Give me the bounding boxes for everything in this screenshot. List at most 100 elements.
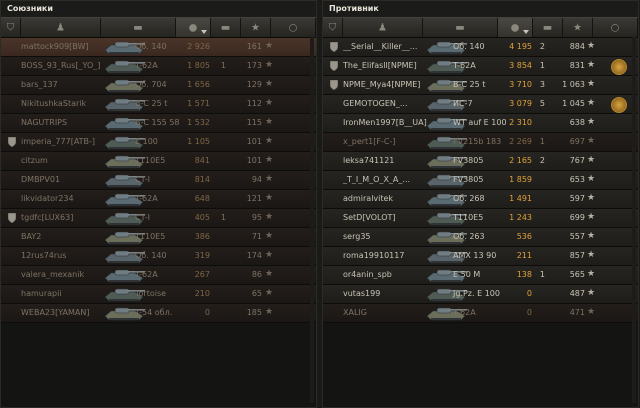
player-row[interactable]: BOSS_93_Rus[_YO_] T-62A 1 805 1 173 ★ [1, 57, 316, 76]
clan-shield-icon [330, 80, 338, 90]
player-row[interactable]: DMBPV01 CT-I 814 94 ★ [1, 171, 316, 190]
star-icon: ★ [587, 193, 596, 203]
player-row[interactable]: WEBA23[YAMAN] T-54 обл. 0 185 ★ [1, 304, 316, 323]
vehicle-name: Об. 140 [453, 42, 485, 51]
player-row[interactable]: admiralvitek Об. 268 1 491 597 ★ [323, 190, 638, 209]
vehicle-name: Об. 268 [453, 194, 485, 203]
player-name: BOSS_93_Rus[_YO_] [21, 61, 101, 70]
sort-frags-column[interactable]: ▬ [211, 18, 241, 37]
player-name: WEBA23[YAMAN] [21, 308, 90, 317]
star-icon: ★ [587, 98, 596, 108]
player-row[interactable]: GEMOTOGEN_... ИС-7 3 079 5 1 045 ★ [323, 95, 638, 114]
player-row[interactable]: XALIG T-62A 0 471 ★ [323, 304, 638, 323]
player-row[interactable]: IronMen1997[B__UA] WT auf E 100 2 310 638 ★ [323, 114, 638, 133]
sort-clan-column[interactable]: ⛉ [323, 18, 343, 37]
player-row[interactable]: hamurapii Tortoise 210 65 ★ [1, 285, 316, 304]
player-name: tgdfc[LUX63] [21, 213, 74, 222]
sort-damage-column[interactable]: ● [176, 18, 211, 37]
damage-icon: ● [510, 22, 520, 33]
player-row[interactable]: SetD[VOLOT] T110E5 1 243 699 ★ [323, 209, 638, 228]
player-name: IronMen1997[B__UA] [343, 118, 427, 127]
player-row[interactable]: valera_mexanik T-62A 267 86 ★ [1, 266, 316, 285]
sort-player-column[interactable]: ♟ [21, 18, 101, 37]
player-row[interactable]: NikitushkaStarik B-C 25 t 1 571 112 ★ [1, 95, 316, 114]
player-row[interactable]: imperia_777[ATB-] E 100 1 105 101 ★ [1, 133, 316, 152]
star-icon: ★ [265, 288, 274, 298]
vehicle-name: AMX 13 90 [453, 251, 497, 260]
sort-xp-column[interactable]: ★ [241, 18, 271, 37]
player-row[interactable]: The_Elifasll[NPME] T-62A 3 854 1 831 ★ [323, 57, 638, 76]
sort-clan-column[interactable]: ⛉ [1, 18, 21, 37]
sort-damage-column[interactable]: ● [498, 18, 533, 37]
vehicle-name: Об. 704 [135, 80, 167, 89]
damage-value: 814 [194, 175, 210, 184]
player-name: citzum [21, 156, 48, 165]
medal-icon[interactable] [611, 59, 627, 75]
vehicle-name: E 50 M [453, 270, 481, 279]
player-row[interactable]: serg35 Об. 263 536 557 ★ [323, 228, 638, 247]
player-row[interactable]: __Serial__Killer__... Об. 140 4 195 2 884 ★ [323, 38, 638, 57]
sort-medal-column[interactable]: ○ [593, 18, 638, 37]
sort-medal-column[interactable]: ○ [271, 18, 316, 37]
tank-icon: ▬ [133, 22, 143, 33]
player-row[interactable]: 12rus74rus Об. 140 319 174 ★ [1, 247, 316, 266]
damage-value: 2 269 [509, 137, 532, 146]
player-name: imperia_777[ATB-] [21, 137, 96, 146]
star-icon: ★ [265, 193, 274, 203]
xp-icon: ★ [251, 22, 260, 33]
vehicle-name: FV3805 [453, 175, 484, 184]
allies-column-header: ⛉ ♟ ▬ ● ▬ ★ ○ [1, 17, 316, 38]
damage-value: 841 [194, 156, 210, 165]
player-name: x_pert1[F-C-] [343, 137, 396, 146]
player-row[interactable]: or4anin_spb E 50 M 138 1 565 ★ [323, 266, 638, 285]
damage-value: 2 926 [187, 42, 210, 51]
player-name: likvidator234 [21, 194, 74, 203]
player-row[interactable]: leksa741121 FV3805 2 165 2 767 ★ [323, 152, 638, 171]
xp-value: 174 [246, 251, 262, 260]
vehicle-name: T-62A [135, 270, 158, 279]
player-row[interactable]: likvidator234 T-62A 648 121 ★ [1, 190, 316, 209]
medal-icon[interactable] [611, 97, 627, 113]
player-name: vutas199 [343, 289, 381, 298]
xp-value: 86 [251, 270, 262, 279]
clan-shield-icon [8, 137, 16, 147]
player-row[interactable]: tgdfc[LUX63] CT-I 405 1 95 ★ [1, 209, 316, 228]
player-name: DMBPV01 [21, 175, 61, 184]
player-name: __Serial__Killer__... [343, 42, 418, 51]
player-row[interactable]: vutas199 Jg.Pz. E 100 0 487 ★ [323, 285, 638, 304]
player-row[interactable]: NPME_Mya4[NPME] B-C 25 t 3 710 3 1 063 ★ [323, 76, 638, 95]
allies-scrollbar[interactable] [310, 37, 314, 403]
player-row[interactable]: citzum T110E5 841 101 ★ [1, 152, 316, 171]
sort-xp-column[interactable]: ★ [563, 18, 593, 37]
xp-value: 94 [251, 175, 262, 184]
star-icon: ★ [587, 288, 596, 298]
xp-value: 101 [246, 156, 262, 165]
vehicle-name: T110E5 [453, 213, 484, 222]
damage-value: 386 [194, 232, 210, 241]
player-row[interactable]: BAY2 T110E5 386 71 ★ [1, 228, 316, 247]
player-row[interactable]: x_pert1[F-C-] FV215b 183 2 269 1 697 ★ [323, 133, 638, 152]
player-name: admiralvitek [343, 194, 394, 203]
player-row[interactable]: _T_I_M_O_X_A_... FV3805 1 859 653 ★ [323, 171, 638, 190]
xp-value: 173 [246, 61, 262, 70]
damage-value: 210 [194, 289, 210, 298]
player-row[interactable]: bars_137 Об. 704 1 656 129 ★ [1, 76, 316, 95]
star-icon: ★ [265, 174, 274, 184]
star-icon: ★ [265, 231, 274, 241]
sort-player-column[interactable]: ♟ [343, 18, 423, 37]
vehicle-name: FV215b 183 [453, 137, 502, 146]
player-row[interactable]: mattock909[BW] Об. 140 2 926 161 ★ [1, 38, 316, 57]
player-row[interactable]: roma19910117 AMX 13 90 211 857 ★ [323, 247, 638, 266]
allies-title: Союзники [1, 1, 316, 17]
vehicle-name: Jg.Pz. E 100 [453, 289, 500, 298]
player-row[interactable]: NAGUTRIPS B-C 155 58 1 532 115 ★ [1, 114, 316, 133]
enemies-scrollbar[interactable] [632, 37, 636, 403]
damage-value: 536 [516, 232, 532, 241]
sort-vehicle-column[interactable]: ▬ [423, 18, 498, 37]
sort-vehicle-column[interactable]: ▬ [101, 18, 176, 37]
star-icon: ★ [587, 212, 596, 222]
sort-frags-column[interactable]: ▬ [533, 18, 563, 37]
user-icon: ♟ [56, 22, 65, 33]
player-name: NikitushkaStarik [21, 99, 87, 108]
enemies-column-header: ⛉ ♟ ▬ ● ▬ ★ ○ [323, 17, 638, 38]
